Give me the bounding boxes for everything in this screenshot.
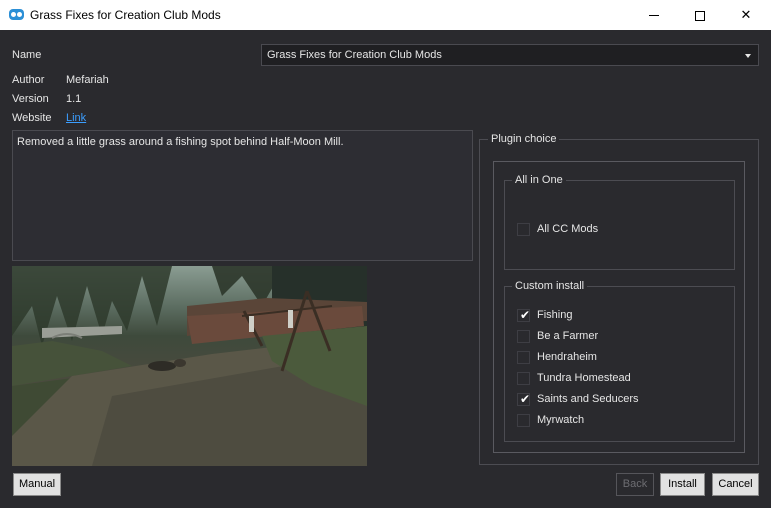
checkbox[interactable] [517,330,530,343]
maximize-button[interactable] [677,0,723,30]
checkbox[interactable]: ✔ [517,392,531,406]
back-button[interactable]: Back [616,473,654,496]
cancel-button[interactable]: Cancel [712,473,759,496]
minimize-icon [649,15,659,17]
install-button[interactable]: Install [660,473,705,496]
name-select-value: Grass Fixes for Creation Club Mods [267,49,442,61]
option-label: Saints and Seducers [537,393,639,405]
website-label: Website [12,112,52,124]
website-link[interactable]: Link [66,112,86,124]
description-box[interactable]: Removed a little grass around a fishing … [12,130,473,261]
close-icon: ✕ [740,7,752,22]
preview-image [12,266,367,466]
option-label: All CC Mods [537,223,599,235]
plugin-choice-title: Plugin choice [488,133,560,145]
title-bar: Grass Fixes for Creation Club Mods ✕ [0,0,771,30]
custom-install-title: Custom install [512,280,588,292]
maximize-icon [695,10,705,21]
check-icon: ✔ [520,392,531,406]
version-value: 1.1 [66,93,82,105]
author-label: Author [12,74,45,86]
close-button[interactable]: ✕ [723,0,769,30]
checkbox[interactable]: ✔ [517,308,531,322]
checkbox[interactable] [517,351,530,364]
all-in-one-title: All in One [512,174,566,186]
window-title: Grass Fixes for Creation Club Mods [30,8,221,22]
checkbox[interactable] [517,223,530,236]
chevron-down-icon [745,54,751,58]
app-icon [9,9,24,20]
checkbox[interactable] [517,414,530,427]
name-select[interactable]: Grass Fixes for Creation Club Mods [261,44,759,66]
version-label: Version [12,93,49,105]
option-label: Hendraheim [537,351,597,363]
option-label: Myrwatch [537,414,585,426]
name-label: Name [12,49,42,61]
option-label: Tundra Homestead [537,372,631,384]
option-label: Be a Farmer [537,330,599,342]
check-icon: ✔ [520,308,531,322]
minimize-button[interactable] [631,0,677,30]
author-value: Mefariah [66,74,109,86]
manual-button[interactable]: Manual [13,473,61,496]
option-label: Fishing [537,309,573,321]
checkbox[interactable] [517,372,530,385]
